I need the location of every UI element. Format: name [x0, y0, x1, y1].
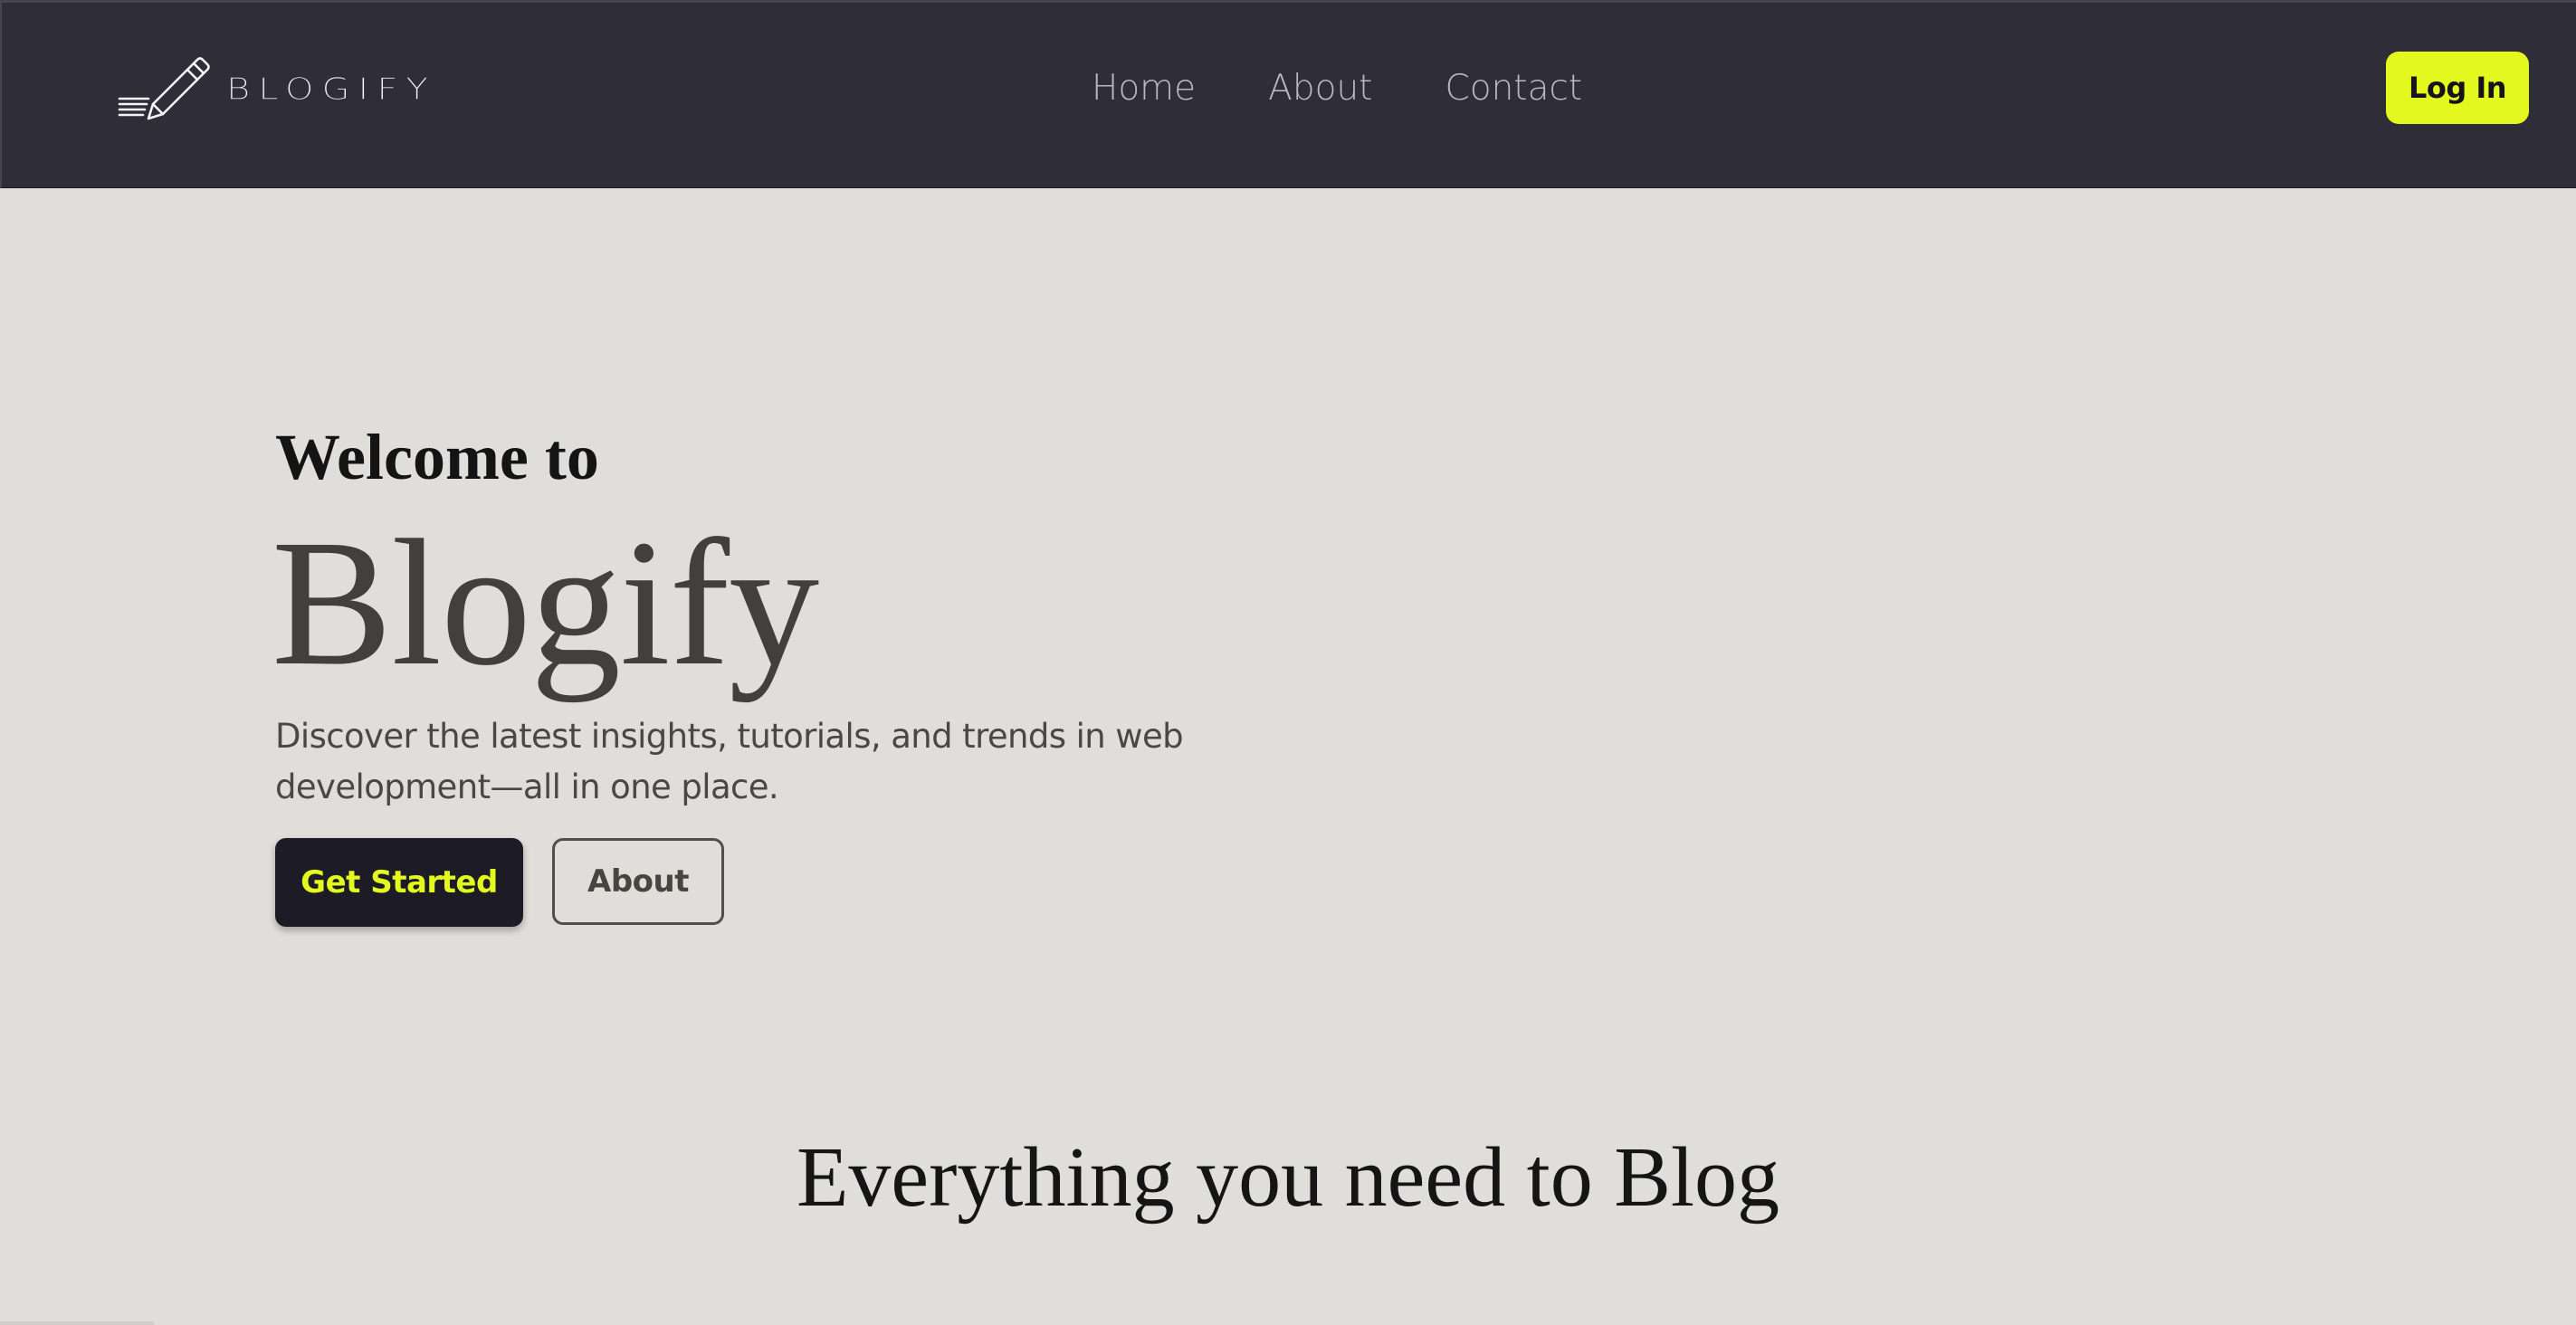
navbar: BLOGIFY Home About Contact Log In — [0, 0, 2576, 188]
about-button[interactable]: About — [552, 838, 724, 925]
brand-name: BLOGIFY — [226, 72, 436, 107]
pencil-icon — [118, 57, 210, 120]
get-started-button[interactable]: Get Started — [275, 838, 523, 927]
nav-link-about[interactable]: About — [1268, 71, 1372, 106]
brand-logo-link[interactable]: BLOGIFY — [118, 55, 436, 124]
login-button[interactable]: Log In — [2386, 52, 2529, 124]
nav-link-contact[interactable]: Contact — [1445, 71, 1582, 106]
hero-description: Discover the latest insights, tutorials,… — [275, 717, 1184, 806]
nav-link-home[interactable]: Home — [1092, 71, 1196, 106]
page-bottom-divider — [0, 1321, 154, 1325]
nav-links: Home About Contact — [1092, 62, 1582, 113]
hero-title: Blogify — [272, 503, 819, 703]
features-heading: Everything you need to Blog — [796, 1130, 1780, 1225]
hero-welcome: Welcome to — [275, 421, 599, 493]
